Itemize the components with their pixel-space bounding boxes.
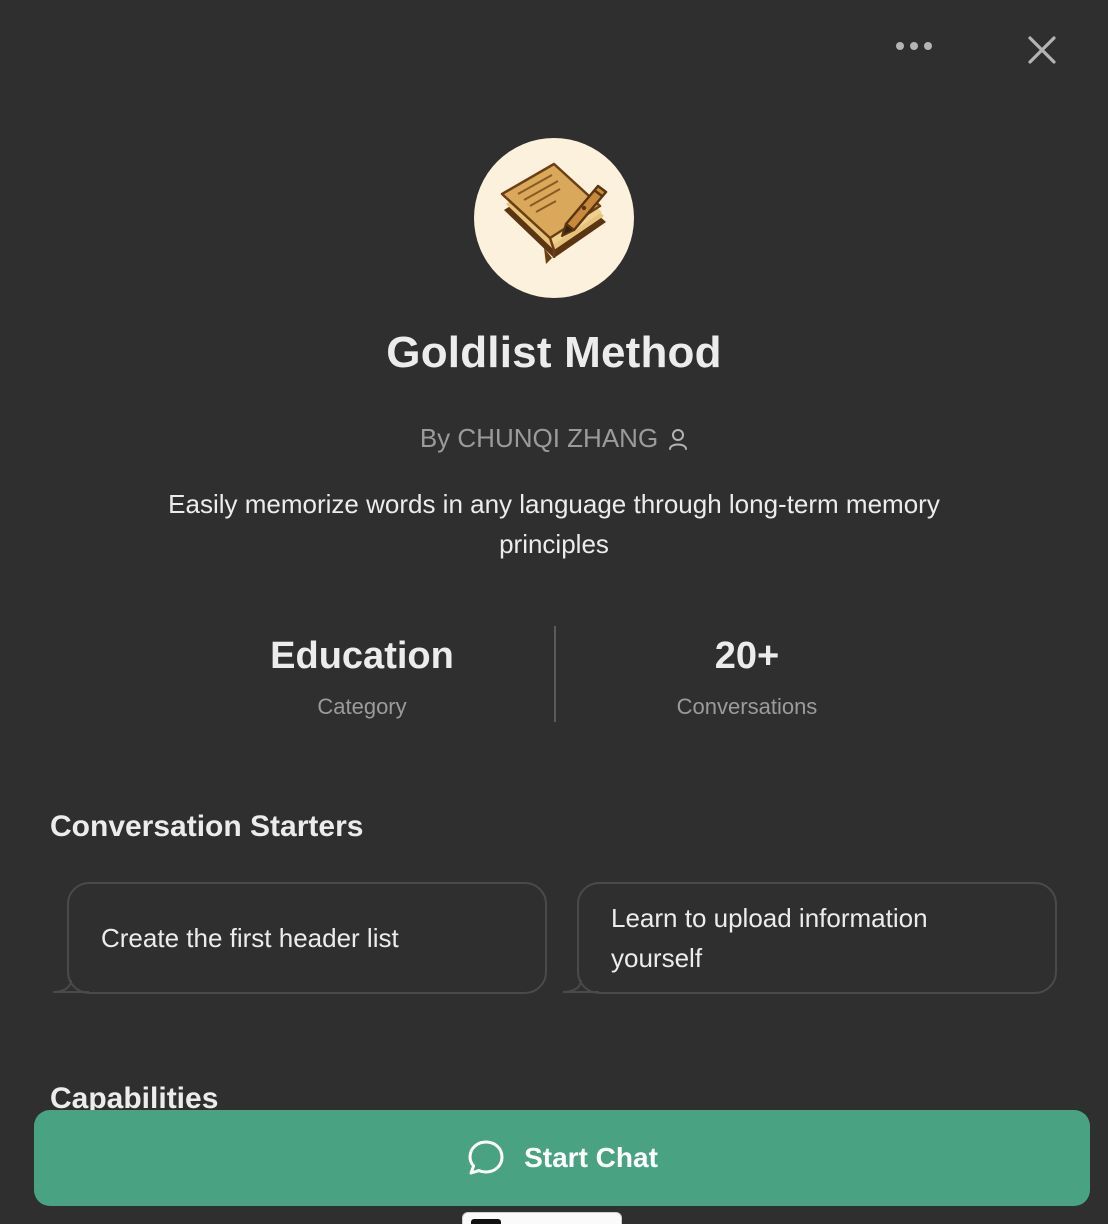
person-icon [669,428,688,450]
author-name: By CHUNQI ZHANG [419,423,659,453]
stat-category: Education Category [212,632,512,720]
bubble-tail [52,980,89,993]
conversation-starter-card[interactable]: Create the first header list [52,882,547,994]
stat-divider [554,626,556,722]
starter-text: Create the first header list [101,923,399,953]
stat-conversations: 20+ Conversations [597,632,897,720]
gpt-title: Goldlist Method [386,328,722,377]
gpt-avatar [474,138,634,298]
ellipsis-icon [896,42,932,50]
gpt-detail-modal: Goldlist Method By CHUNQI ZHANG Easily m… [0,0,1108,1224]
stat-value: Education [270,635,454,677]
author-line: By CHUNQI ZHANG [0,423,1108,454]
more-options-button[interactable] [888,30,940,62]
bottom-widget[interactable] [462,1212,622,1224]
stat-label: Category [317,694,407,719]
close-button[interactable] [1018,26,1066,74]
notebook-pen-icon [500,162,608,264]
stat-label: Conversations [676,694,818,719]
conversation-starters-title: Conversation Starters [50,810,364,843]
stat-value: 20+ [714,635,780,677]
start-chat-button[interactable]: Start Chat [34,1110,1090,1206]
gpt-description: Easily memorize words in any language th… [168,489,940,559]
chat-bubble-icon [468,1140,504,1175]
bubble-tail [562,980,599,993]
conversation-starter-card[interactable]: Learn to upload information yourself [562,882,1057,994]
start-chat-label: Start Chat [524,1142,658,1173]
bottom-widget-tab [471,1219,501,1224]
starter-text: Learn to upload information yourself [611,903,928,973]
close-icon [1028,36,1056,64]
